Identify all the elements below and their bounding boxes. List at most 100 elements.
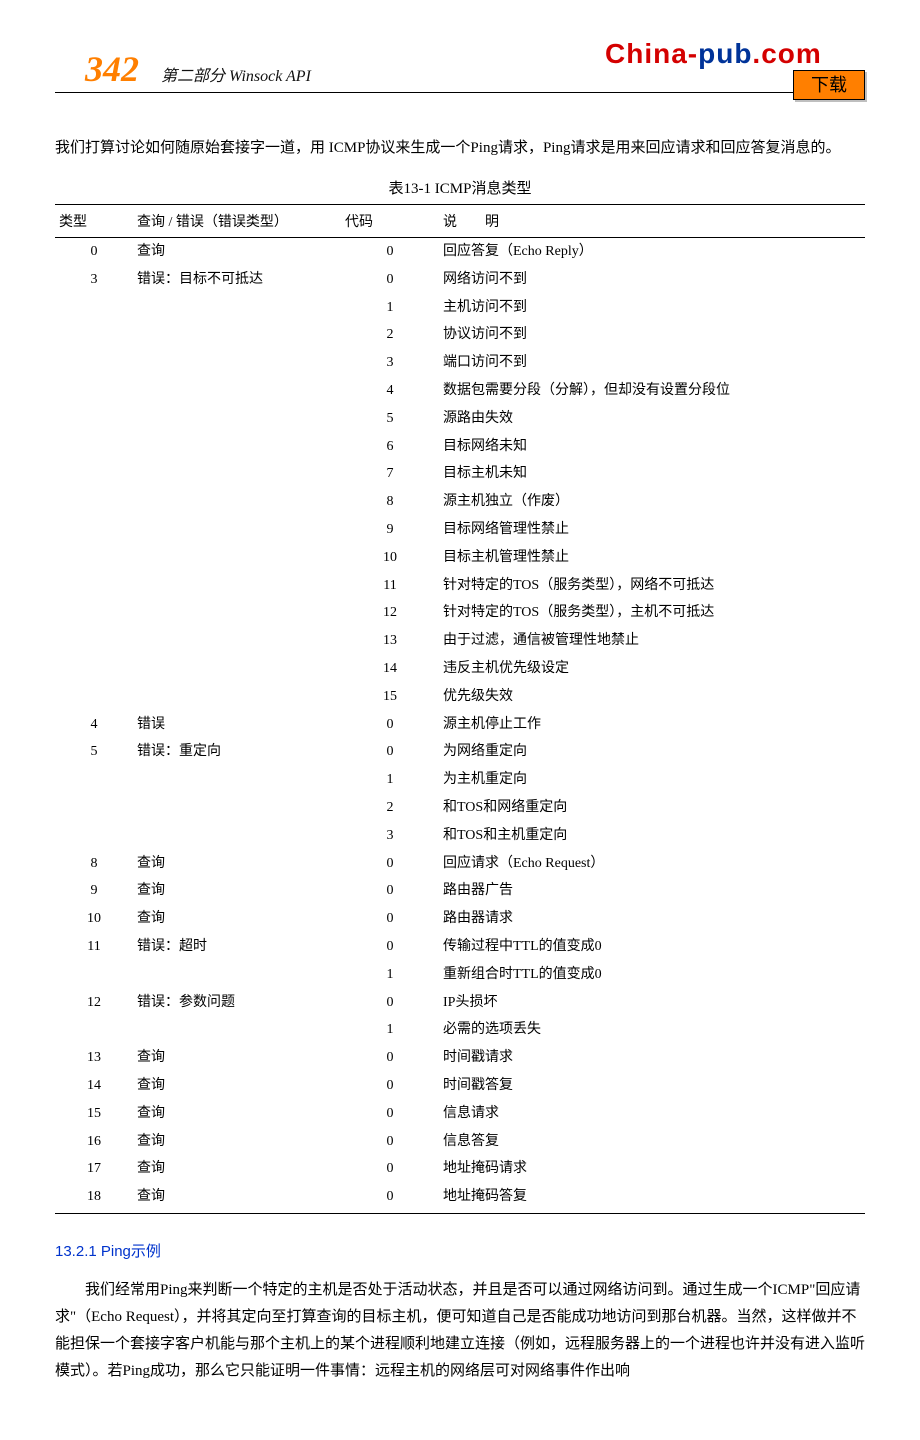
cell-desc: 时间戳请求 [439,1044,865,1072]
cell-type [55,683,133,711]
cell-desc: 路由器请求 [439,905,865,933]
cell-code: 9 [341,516,439,544]
cell-type [55,377,133,405]
cell-query-error: 错误：参数问题 [133,989,341,1017]
th-desc: 说明 [439,205,865,238]
table-row: 15查询0信息请求 [55,1100,865,1128]
cell-query-error [133,377,341,405]
intro-paragraph: 我们打算讨论如何随原始套接字一道，用 ICMP协议来生成一个Ping请求，Pin… [55,135,865,162]
cell-query-error: 查询 [133,1183,341,1213]
cell-type [55,460,133,488]
cell-query-error [133,766,341,794]
cell-code: 1 [341,766,439,794]
cell-code: 0 [341,877,439,905]
table-row: 7目标主机未知 [55,460,865,488]
cell-code: 10 [341,544,439,572]
logo: China-pub.com 下载 [605,38,865,90]
table-row: 10查询0路由器请求 [55,905,865,933]
logo-text: China-pub.com [605,38,822,69]
cell-code: 4 [341,377,439,405]
table-row: 1为主机重定向 [55,766,865,794]
cell-type: 14 [55,1072,133,1100]
table-row: 8源主机独立（作废） [55,488,865,516]
cell-desc: 主机访问不到 [439,294,865,322]
cell-code: 12 [341,599,439,627]
cell-type: 17 [55,1155,133,1183]
cell-code: 2 [341,794,439,822]
download-button[interactable]: 下载 [793,70,865,100]
cell-type: 10 [55,905,133,933]
cell-query-error [133,516,341,544]
cell-type: 9 [55,877,133,905]
logo-part-3: .com [752,38,821,69]
cell-type [55,766,133,794]
cell-code: 3 [341,822,439,850]
cell-desc: 必需的选项丢失 [439,1016,865,1044]
table-row: 18查询0地址掩码答复 [55,1183,865,1213]
cell-type: 12 [55,989,133,1017]
cell-type: 11 [55,933,133,961]
cell-type: 8 [55,850,133,878]
th-code: 代码 [341,205,439,238]
table-row: 11错误：超时0传输过程中TTL的值变成0 [55,933,865,961]
cell-type [55,516,133,544]
cell-desc: 重新组合时TTL的值变成0 [439,961,865,989]
cell-desc: 针对特定的TOS（服务类型），主机不可抵达 [439,599,865,627]
cell-type [55,433,133,461]
cell-desc: 回应请求（Echo Request） [439,850,865,878]
cell-desc: 地址掩码答复 [439,1183,865,1213]
cell-code: 5 [341,405,439,433]
cell-code: 2 [341,321,439,349]
cell-code: 0 [341,1044,439,1072]
cell-code: 6 [341,433,439,461]
cell-query-error: 查询 [133,238,341,266]
cell-desc: 目标主机管理性禁止 [439,544,865,572]
cell-code: 0 [341,266,439,294]
cell-code: 0 [341,1183,439,1213]
cell-code: 0 [341,905,439,933]
cell-desc: 协议访问不到 [439,321,865,349]
table-row: 12错误：参数问题0IP头损坏 [55,989,865,1017]
header-left: 342 第二部分 Winsock API [55,48,311,90]
cell-code: 0 [341,738,439,766]
table-row: 9查询0路由器广告 [55,877,865,905]
cell-desc: 路由器广告 [439,877,865,905]
cell-type: 15 [55,1100,133,1128]
table-row: 11针对特定的TOS（服务类型），网络不可抵达 [55,572,865,600]
cell-query-error [133,627,341,655]
cell-desc: 数据包需要分段（分解），但却没有设置分段位 [439,377,865,405]
cell-query-error [133,433,341,461]
cell-code: 8 [341,488,439,516]
table-row: 3端口访问不到 [55,349,865,377]
cell-desc: 地址掩码请求 [439,1155,865,1183]
cell-query-error [133,488,341,516]
cell-desc: 回应答复（Echo Reply） [439,238,865,266]
cell-query-error: 查询 [133,905,341,933]
cell-query-error: 错误：重定向 [133,738,341,766]
cell-desc: 目标网络管理性禁止 [439,516,865,544]
cell-query-error: 查询 [133,1072,341,1100]
cell-desc: 源主机独立（作废） [439,488,865,516]
table-row: 6目标网络未知 [55,433,865,461]
cell-type [55,627,133,655]
table-row: 9目标网络管理性禁止 [55,516,865,544]
cell-query-error [133,1016,341,1044]
table-row: 8查询0回应请求（Echo Request） [55,850,865,878]
cell-code: 0 [341,1100,439,1128]
table-row: 16查询0信息答复 [55,1128,865,1156]
section-title: 第二部分 Winsock API [161,62,311,86]
cell-desc: 由于过滤，通信被管理性地禁止 [439,627,865,655]
cell-query-error: 查询 [133,877,341,905]
cell-type: 4 [55,711,133,739]
cell-desc: 源路由失效 [439,405,865,433]
body-paragraph: 我们经常用Ping来判断一个特定的主机是否处于活动状态，并且是否可以通过网络访问… [55,1277,865,1385]
cell-type: 0 [55,238,133,266]
table-row: 14违反主机优先级设定 [55,655,865,683]
cell-type [55,405,133,433]
cell-query-error: 查询 [133,1100,341,1128]
cell-desc: 网络访问不到 [439,266,865,294]
table-header-row: 类型 查询 / 错误（错误类型） 代码 说明 [55,205,865,238]
table-row: 5源路由失效 [55,405,865,433]
cell-desc: 信息请求 [439,1100,865,1128]
table-row: 3和TOS和主机重定向 [55,822,865,850]
